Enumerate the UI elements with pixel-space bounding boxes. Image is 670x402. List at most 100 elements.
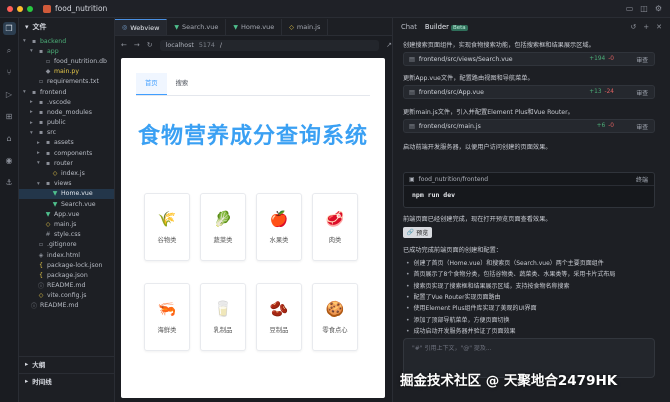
- category-card[interactable]: 🥬 蔬菜类: [200, 193, 246, 261]
- tree-item-label: food_nutrition.db: [54, 57, 107, 65]
- folder-icon: ▪: [45, 180, 51, 188]
- category-card[interactable]: 🍪 零食点心: [312, 283, 358, 351]
- tree-item[interactable]: ▾ ▪ frontend: [19, 87, 114, 97]
- activity-bar: ❐ ⌕ ⑂ ▷ ⊞ ⌂ ◉ ⚓: [0, 18, 19, 402]
- js-icon: ◇: [289, 23, 294, 31]
- tree-item[interactable]: ▸ ▪ assets: [19, 138, 114, 148]
- nav-home[interactable]: 首页: [136, 73, 167, 95]
- chevron-right-icon: ▸: [25, 376, 29, 385]
- open-terminal-button[interactable]: 终端: [636, 175, 648, 184]
- category-card[interactable]: 🦐 海鲜类: [144, 283, 190, 351]
- close-icon[interactable]: ✕: [656, 23, 662, 31]
- tree-item[interactable]: ▾ ▪ router: [19, 158, 114, 168]
- explorer-icon[interactable]: ❐: [2, 22, 16, 35]
- reload-icon[interactable]: ↻: [147, 41, 153, 49]
- tree-item-label: frontend: [40, 88, 67, 96]
- tree-item[interactable]: ▸ ▪ components: [19, 148, 114, 158]
- category-icon: 🥩: [325, 209, 345, 228]
- tree-item[interactable]: ◆ main.py: [19, 67, 114, 77]
- tree-item[interactable]: ◇ index.js: [19, 168, 114, 178]
- file-icon: ▫: [45, 57, 51, 65]
- file-icon: ▤: [409, 122, 415, 130]
- explorer-header[interactable]: ▾ 文件: [19, 18, 114, 36]
- tab-chat[interactable]: Chat: [401, 23, 417, 31]
- category-label: 谷物类: [157, 236, 177, 244]
- tree-item[interactable]: ▸ ▪ public: [19, 118, 114, 128]
- file-change-search[interactable]: ▤ frontend/src/views/Search.vue +194 -0 审…: [403, 52, 655, 66]
- file-change-main[interactable]: ▤ frontend/src/main.js +6 -0 审查: [403, 119, 655, 133]
- file-change-app[interactable]: ▤ frontend/src/App.vue +13 -24 审查: [403, 85, 655, 99]
- preview-button[interactable]: 🔗 预览: [403, 227, 432, 238]
- tree-item[interactable]: ⓘ README.md: [19, 281, 114, 291]
- tree-item[interactable]: ▸ ▪ .vscode: [19, 97, 114, 107]
- history-icon[interactable]: ↺: [630, 23, 636, 31]
- tree-item[interactable]: ▼ App.vue: [19, 209, 114, 219]
- editor-tab[interactable]: ◎ Webview: [115, 19, 168, 35]
- category-icon: 🫘: [269, 299, 289, 318]
- tree-item[interactable]: ◇ main.js: [19, 219, 114, 229]
- chevron-down-icon: ▾: [25, 23, 29, 31]
- review-button[interactable]: 审查: [636, 88, 648, 97]
- category-card[interactable]: 🌾 谷物类: [144, 193, 190, 261]
- close-window-button[interactable]: [7, 5, 13, 12]
- title-bar-actions: ▭ ◫ ⚙: [626, 4, 662, 13]
- extensions-icon[interactable]: ⊞: [3, 110, 16, 123]
- category-card[interactable]: 🥛 乳制品: [200, 283, 246, 351]
- review-button[interactable]: 审查: [636, 55, 648, 64]
- tree-item[interactable]: {package-lock.json: [19, 260, 114, 270]
- maximize-window-button[interactable]: [27, 5, 33, 12]
- tree-item[interactable]: ▸ ▪ node_modules: [19, 107, 114, 117]
- editor-tab[interactable]: ▼ Search.vue: [167, 19, 227, 35]
- url-bar[interactable]: localhost 5174 /: [159, 39, 380, 51]
- database-icon[interactable]: ◉: [3, 154, 16, 167]
- minimize-window-button[interactable]: [17, 5, 23, 12]
- tree-item[interactable]: ▼ Search.vue: [19, 199, 114, 209]
- editor-tab[interactable]: ▼ Home.vue: [226, 19, 283, 35]
- nav-search[interactable]: 搜索: [167, 73, 198, 95]
- remote-icon[interactable]: ⌂: [3, 132, 16, 145]
- back-icon[interactable]: ←: [121, 41, 127, 49]
- category-card[interactable]: 🥩 肉类: [312, 193, 358, 261]
- tree-item[interactable]: ▾ ▪ views: [19, 179, 114, 189]
- source-control-icon[interactable]: ⑂: [3, 66, 16, 79]
- tree-item[interactable]: ◈ index.html: [19, 250, 114, 260]
- tree-item[interactable]: ▾ ▪ backend: [19, 36, 114, 46]
- tree-item[interactable]: ▼ Home.vue: [19, 188, 114, 199]
- review-button[interactable]: 审查: [636, 122, 648, 131]
- settings-icon[interactable]: ⚙: [655, 4, 662, 13]
- tree-item-label: assets: [54, 139, 74, 147]
- tree-item[interactable]: {package.json: [19, 270, 114, 280]
- category-card[interactable]: 🫘 豆制品: [256, 283, 302, 351]
- tab-builder[interactable]: Builder Beta: [425, 23, 468, 31]
- search-icon[interactable]: ⌕: [3, 44, 16, 57]
- chat-input[interactable]: [412, 345, 642, 352]
- tree-item[interactable]: ▾ ▪ app: [19, 46, 114, 56]
- tree-item[interactable]: ▫ .gitignore: [19, 240, 114, 250]
- editor-tab-label: Home.vue: [241, 23, 275, 31]
- editor-area: ◎ Webview ▼ Search.vue ▼ Home.vue ◇ main.js ← →…: [115, 18, 392, 402]
- layout-icon[interactable]: ▭: [626, 4, 634, 13]
- split-icon[interactable]: ◫: [640, 4, 648, 13]
- step-desc-app: 更新App.vue文件，配置路由视图和导航菜单。: [403, 75, 534, 82]
- run-debug-icon[interactable]: ▷: [3, 88, 16, 101]
- tree-item[interactable]: ⓘ README.md: [19, 301, 114, 311]
- new-chat-icon[interactable]: +: [643, 23, 649, 31]
- file-tree: ▾ ▪ backend ▾ ▪ app ▫ food_nutrition.db ◆ main.py…: [19, 36, 114, 311]
- file-explorer: ▾ 文件 ▾ ▪ backend ▾ ▪ app ▫ food_nutrition.db ◆ ma…: [19, 18, 115, 402]
- page-title: 食物营养成分查询系统: [137, 124, 368, 149]
- tree-item[interactable]: ▾ ▪ src: [19, 128, 114, 138]
- title-bar: food_nutrition ▭ ◫ ⚙: [0, 0, 670, 18]
- docker-icon[interactable]: ⚓: [3, 176, 16, 189]
- timeline-section[interactable]: ▸ 时间线: [19, 373, 115, 387]
- editor-tab-label: main.js: [296, 23, 321, 31]
- tree-item[interactable]: ◇ vite.config.js: [19, 291, 114, 301]
- tree-item[interactable]: # style.css: [19, 230, 114, 240]
- tree-item-label: package.json: [47, 271, 88, 279]
- tree-item-label: index.html: [47, 251, 80, 259]
- outline-section[interactable]: ▸ 大纲: [19, 356, 115, 370]
- category-card[interactable]: 🍎 水果类: [256, 193, 302, 261]
- tree-item[interactable]: ▫ food_nutrition.db: [19, 56, 114, 66]
- forward-icon[interactable]: →: [134, 41, 140, 49]
- tree-item[interactable]: ▫ requirements.txt: [19, 77, 114, 87]
- editor-tab[interactable]: ◇ main.js: [282, 19, 329, 35]
